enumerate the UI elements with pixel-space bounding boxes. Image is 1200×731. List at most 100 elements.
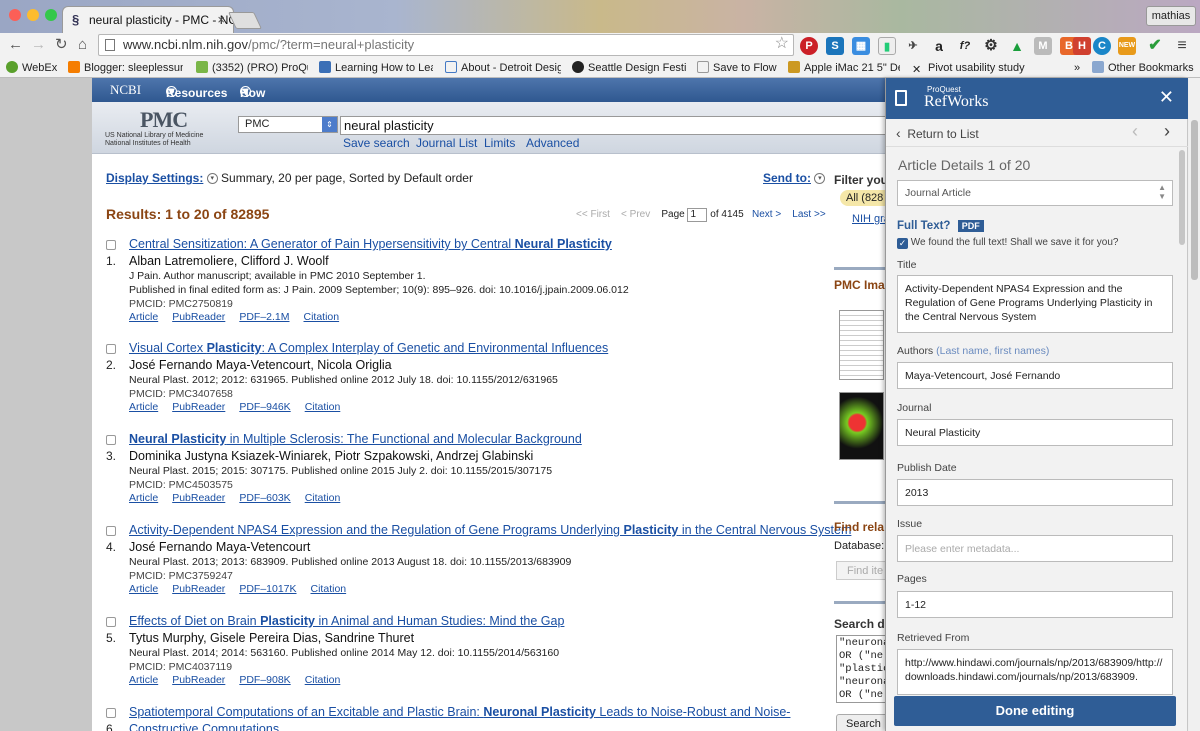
user-profile-button[interactable]: mathias [1146,6,1196,26]
checkmark-icon[interactable]: ✔ [1146,37,1164,55]
ncbi-logo[interactable]: NCBI [110,82,141,98]
pdf-link[interactable]: PDF–1017K [239,583,296,595]
send-to[interactable]: Send to: ▾ [763,171,826,185]
brain-thumbnail-image[interactable] [839,392,884,460]
bookmarks-overflow[interactable]: » [1074,61,1080,75]
display-settings-link[interactable]: Display Settings: [106,171,203,185]
advanced-link[interactable]: Advanced [526,136,579,150]
pubreader-link[interactable]: PubReader [172,583,225,595]
result-title-link[interactable]: Neural Plasticity in Multiple Sclerosis:… [129,432,582,446]
result-title-continued[interactable]: Constructive Computations [129,722,279,731]
extension-new-icon[interactable]: NEW [1118,37,1136,55]
database-select[interactable]: PMC ⇕ [238,116,338,133]
address-bar[interactable]: www.ncbi.nlm.nih.gov/pmc/?term=neural+pl… [98,34,794,56]
publish-date-field[interactable]: 2013 [897,479,1173,506]
citation-link[interactable]: Citation [305,492,341,504]
chevron-down-icon[interactable]: ▾ [206,173,218,185]
save-search-link[interactable]: Save search [343,136,410,150]
article-link[interactable]: Article [129,674,158,686]
result-title-link[interactable]: Spatiotemporal Computations of an Excita… [129,705,790,719]
extension-red-icon[interactable]: H [1073,37,1091,55]
bookmark-item[interactable]: ✕ Pivot usability study [912,61,1030,75]
forward-icon[interactable]: → [31,36,46,54]
done-editing-button[interactable]: Done editing [894,696,1176,726]
extension-circle-icon[interactable]: C [1093,37,1111,55]
bookmark-item[interactable]: Learning How to Lea [319,61,433,75]
result-checkbox[interactable] [106,708,116,718]
pubreader-link[interactable]: PubReader [172,492,225,504]
pdf-link[interactable]: PDF–2.1M [239,311,289,323]
reload-icon[interactable]: ↻ [55,36,68,54]
pinterest-icon[interactable]: P [800,37,818,55]
limits-link[interactable]: Limits [484,136,515,150]
result-checkbox[interactable] [106,344,116,354]
back-icon[interactable]: ← [8,36,23,54]
next-page-link[interactable]: Next > [752,209,781,220]
extension-pin-icon[interactable]: ✈ [904,37,922,55]
article-link[interactable]: Article [129,311,158,323]
citation-link[interactable]: Citation [305,674,341,686]
bookmark-item[interactable]: (3352) (PRO) ProQue [196,61,308,75]
previous-item-icon[interactable]: ‹ [1132,121,1138,142]
pubreader-link[interactable]: PubReader [172,674,225,686]
zoom-window-button[interactable] [45,9,57,21]
close-tab-icon[interactable]: × [217,7,225,33]
citation-link[interactable]: Citation [304,311,340,323]
pubreader-link[interactable]: PubReader [172,311,225,323]
page-number-input[interactable]: 1 [687,208,708,222]
extension-gray-icon[interactable]: M [1034,37,1052,55]
pdf-link[interactable]: PDF–908K [239,674,290,686]
back-to-list-button[interactable]: ‹ Return to List [896,125,979,141]
title-field[interactable]: Activity-Dependent NPAS4 Expression and … [897,275,1173,333]
prev-page-link[interactable]: < Prev [621,209,650,220]
article-link[interactable]: Article [129,492,158,504]
search-input[interactable]: neural plasticity [340,116,900,135]
home-icon[interactable]: ⌂ [78,36,87,54]
panel-scrollbar-thumb[interactable] [1179,150,1185,245]
result-checkbox[interactable] [106,526,116,536]
close-window-button[interactable] [9,9,21,21]
pmc-logo[interactable]: PMC [140,107,188,133]
result-title-link[interactable]: Activity-Dependent NPAS4 Expression and … [129,523,851,537]
bookmark-item[interactable]: Save to Flow [697,61,782,75]
extension-window-icon[interactable]: ▦ [852,37,870,55]
citation-link[interactable]: Citation [311,583,347,595]
bookmark-item[interactable]: Other Bookmarks [1092,61,1194,75]
bookmark-item[interactable]: Seattle Design Festiv [572,61,686,75]
figure-thumbnail-image[interactable] [839,310,884,380]
citation-link[interactable]: Citation [305,401,341,413]
last-page-link[interactable]: Last >> [792,209,825,220]
function-icon[interactable]: f? [956,37,974,55]
save-fulltext-checkbox[interactable]: ✓ [897,238,908,249]
pdf-link[interactable]: PDF–603K [239,492,290,504]
article-link[interactable]: Article [129,401,158,413]
authors-field[interactable]: Maya-Vetencourt, José Fernando [897,362,1173,389]
result-title-link[interactable]: Effects of Diet on Brain Plasticity in A… [129,614,564,628]
result-title-link[interactable]: Central Sensitization: A Generator of Pa… [129,237,612,251]
pubreader-link[interactable]: PubReader [172,401,225,413]
result-checkbox[interactable] [106,617,116,627]
issue-field[interactable]: Please enter metadata... [897,535,1173,562]
result-title-link[interactable]: Visual Cortex Plasticity: A Complex Inte… [129,341,608,355]
result-checkbox[interactable] [106,240,116,250]
journal-field[interactable]: Neural Plasticity [897,419,1173,446]
bookmark-item[interactable]: Apple iMac 21 5" De [788,61,900,75]
minimize-window-button[interactable] [27,9,39,21]
close-panel-icon[interactable]: ✕ [1159,87,1174,108]
page-scrollbar[interactable] [1187,78,1200,731]
retrieved-from-field[interactable]: http://www.hindawi.com/journals/np/2013/… [897,649,1173,695]
bookmark-star-icon[interactable]: ☆ [775,34,789,54]
result-checkbox[interactable] [106,435,116,445]
extension-s-icon[interactable]: S [826,37,844,55]
bookmark-item[interactable]: WebEx [6,61,57,75]
first-page-link[interactable]: << First [576,209,610,220]
pages-field[interactable]: 1-12 [897,591,1173,618]
reference-type-select[interactable]: Journal Article ▲ ▼ [897,180,1173,206]
scrollbar-thumb[interactable] [1191,120,1198,280]
extension-chart-icon[interactable]: ▮ [878,37,896,55]
settings-gear-icon[interactable]: ⚙ [982,37,1000,55]
menu-icon[interactable]: ≡ [1173,37,1191,55]
next-item-icon[interactable]: › [1164,121,1170,142]
journal-list-link[interactable]: Journal List [416,136,477,150]
tab-active[interactable]: § neural plasticity - PMC - NC × [62,6,234,33]
